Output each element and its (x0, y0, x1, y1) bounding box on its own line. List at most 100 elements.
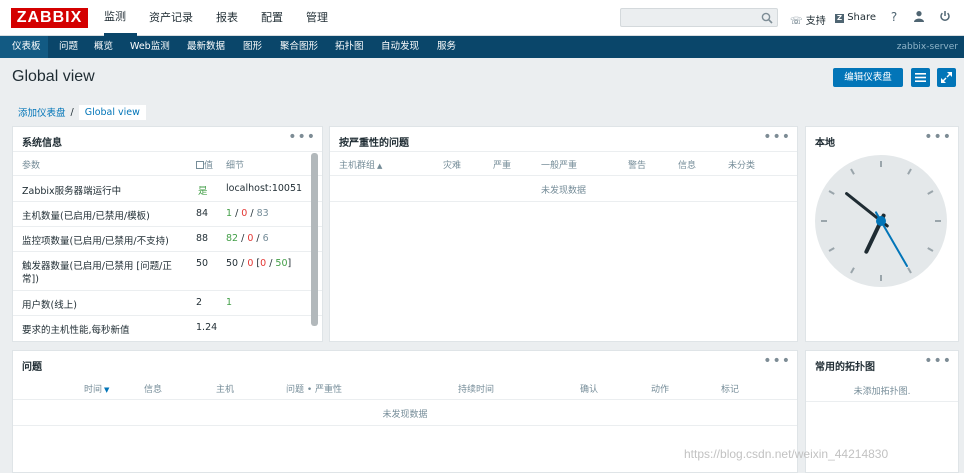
row-value: 1.24 (196, 322, 218, 333)
row-value: 是 (198, 186, 208, 197)
row-detail: 1 / 0 / 83 (226, 208, 269, 219)
share-z-icon: Z (835, 14, 844, 23)
row-param: 监控项数量(已启用/已禁用/不支持) (22, 236, 169, 247)
subnav-problems[interactable]: 问题 (59, 36, 78, 58)
widget-title: 系统信息 (22, 138, 62, 149)
row-detail: localhost:10051 (226, 183, 303, 194)
widget-title: 问题 (22, 362, 42, 373)
widget-menu-button[interactable]: ••• (924, 129, 952, 145)
col-actions: 动作 (651, 385, 670, 395)
row-detail: 50 / 0 [0 / 50] (226, 258, 292, 269)
subnav-web[interactable]: Web监测 (130, 36, 170, 58)
subnav-services[interactable]: 服务 (437, 36, 456, 58)
subnav-dashboard[interactable]: 仪表板 (0, 36, 48, 58)
col-value: 值 (196, 158, 213, 171)
subnav-maps[interactable]: 拓扑图 (335, 36, 364, 58)
no-maps-message: 未添加拓扑图. (853, 387, 911, 397)
support-link[interactable]: ☏ 支持 (790, 12, 826, 27)
widget-system-info: 系统信息 ••• 参数 值 细节 Zabbix服务器端运行中 是 localho… (12, 126, 323, 342)
help-icon[interactable]: ? (887, 10, 901, 24)
no-data-message: 未发现数据 (382, 410, 428, 420)
checkbox-icon (196, 161, 204, 169)
top-header: ZABBIX 监测 资产记录 报表 配置 管理 ☏ 支持 Z Share ? (0, 0, 964, 36)
clock-center (876, 216, 886, 226)
menu-configuration[interactable]: 配置 (261, 0, 294, 36)
menu-inventory[interactable]: 资产记录 (149, 0, 204, 36)
menu-administration[interactable]: 管理 (306, 0, 339, 36)
col-host-group[interactable]: 主机群组 ▲ (339, 158, 382, 171)
widget-title: 常用的拓扑图 (815, 362, 875, 373)
divider (13, 290, 322, 291)
subnav-latest-data[interactable]: 最新数据 (187, 36, 225, 58)
col-problem-severity: 问题 • 严重性 (286, 385, 343, 395)
row-value: 50 (196, 258, 209, 269)
divider (330, 175, 797, 176)
sort-asc-icon: ▲ (377, 162, 383, 170)
search-input[interactable] (620, 8, 778, 27)
col-time[interactable]: 时间 ▼ (84, 382, 109, 395)
col-average: 一般严重 (541, 161, 578, 171)
widget-menu-button[interactable]: ••• (763, 353, 791, 369)
widget-title: 本地 (815, 138, 835, 149)
widget-menu-button[interactable]: ••• (763, 129, 791, 145)
row-value: 88 (196, 233, 209, 244)
breadcrumb-parent[interactable]: 添加仪表盘 (18, 105, 66, 119)
row-param: Zabbix服务器端运行中 (22, 186, 122, 197)
widget-menu-button[interactable]: ••• (924, 353, 952, 369)
edit-dashboard-button[interactable]: 编辑仪表盘 (833, 68, 903, 87)
expand-icon (941, 72, 952, 83)
widget-local-clock: 本地 ••• (805, 126, 959, 342)
menu-monitoring[interactable]: 监测 (104, 0, 137, 36)
hamburger-icon (915, 73, 926, 82)
zabbix-logo[interactable]: ZABBIX (11, 8, 88, 28)
subnav-discovery[interactable]: 自动发现 (381, 36, 419, 58)
breadcrumb: 添加仪表盘 / Global view (18, 104, 146, 120)
sort-desc-icon: ▼ (104, 386, 110, 394)
col-disaster: 灾难 (443, 161, 462, 171)
sub-navigation: 仪表板 问题 概览 Web监测 最新数据 图形 聚合图形 拓扑图 自动发现 服务… (0, 36, 964, 58)
col-tags: 标记 (721, 385, 740, 395)
fullscreen-button[interactable] (937, 68, 956, 87)
scrollbar[interactable] (311, 153, 318, 326)
row-detail: 82 / 0 / 6 (226, 233, 269, 244)
divider (13, 399, 797, 400)
col-detail: 细节 (226, 161, 245, 171)
row-param: 触发器数量(已启用/已禁用 [问题/正 (22, 261, 172, 272)
subnav-graphs[interactable]: 图形 (243, 36, 262, 58)
col-host: 主机 (216, 385, 235, 395)
analog-clock (815, 155, 947, 287)
server-name: zabbix-server (896, 42, 958, 52)
page-title: Global view (12, 68, 95, 85)
col-duration: 持续时间 (458, 385, 495, 395)
search-icon[interactable] (761, 12, 773, 24)
row-detail: 1 (226, 297, 233, 308)
user-icon[interactable] (912, 10, 926, 24)
watermark: https://blog.csdn.net/weixin_44214830 (684, 447, 889, 461)
widget-menu-button[interactable]: ••• (288, 129, 316, 145)
divider (13, 151, 322, 152)
divider (13, 315, 322, 316)
main-menu: 监测 资产记录 报表 配置 管理 (104, 0, 351, 36)
col-info: 信息 (144, 385, 163, 395)
divider (13, 226, 322, 227)
row-value: 2 (196, 297, 203, 308)
col-warning: 警告 (628, 161, 647, 171)
col-high: 严重 (493, 161, 512, 171)
breadcrumb-current[interactable]: Global view (78, 104, 146, 120)
menu-reports[interactable]: 报表 (216, 0, 249, 36)
row-param: 要求的主机性能,每秒新值 (22, 325, 130, 336)
divider (330, 151, 797, 152)
row-value: 84 (196, 208, 209, 219)
col-param: 参数 (22, 161, 41, 171)
col-unclassified: 未分类 (728, 161, 756, 171)
divider (13, 251, 322, 252)
no-data-message: 未发现数据 (540, 186, 586, 196)
col-ack: 确认 (580, 385, 599, 395)
power-icon[interactable] (938, 10, 952, 24)
headset-icon: ☏ (790, 16, 803, 27)
menu-button[interactable] (911, 68, 930, 87)
subnav-overview[interactable]: 概览 (94, 36, 113, 58)
subnav-screens[interactable]: 聚合图形 (280, 36, 318, 58)
share-link[interactable]: Z Share (835, 12, 876, 23)
widget-title: 按严重性的问题 (339, 138, 409, 149)
